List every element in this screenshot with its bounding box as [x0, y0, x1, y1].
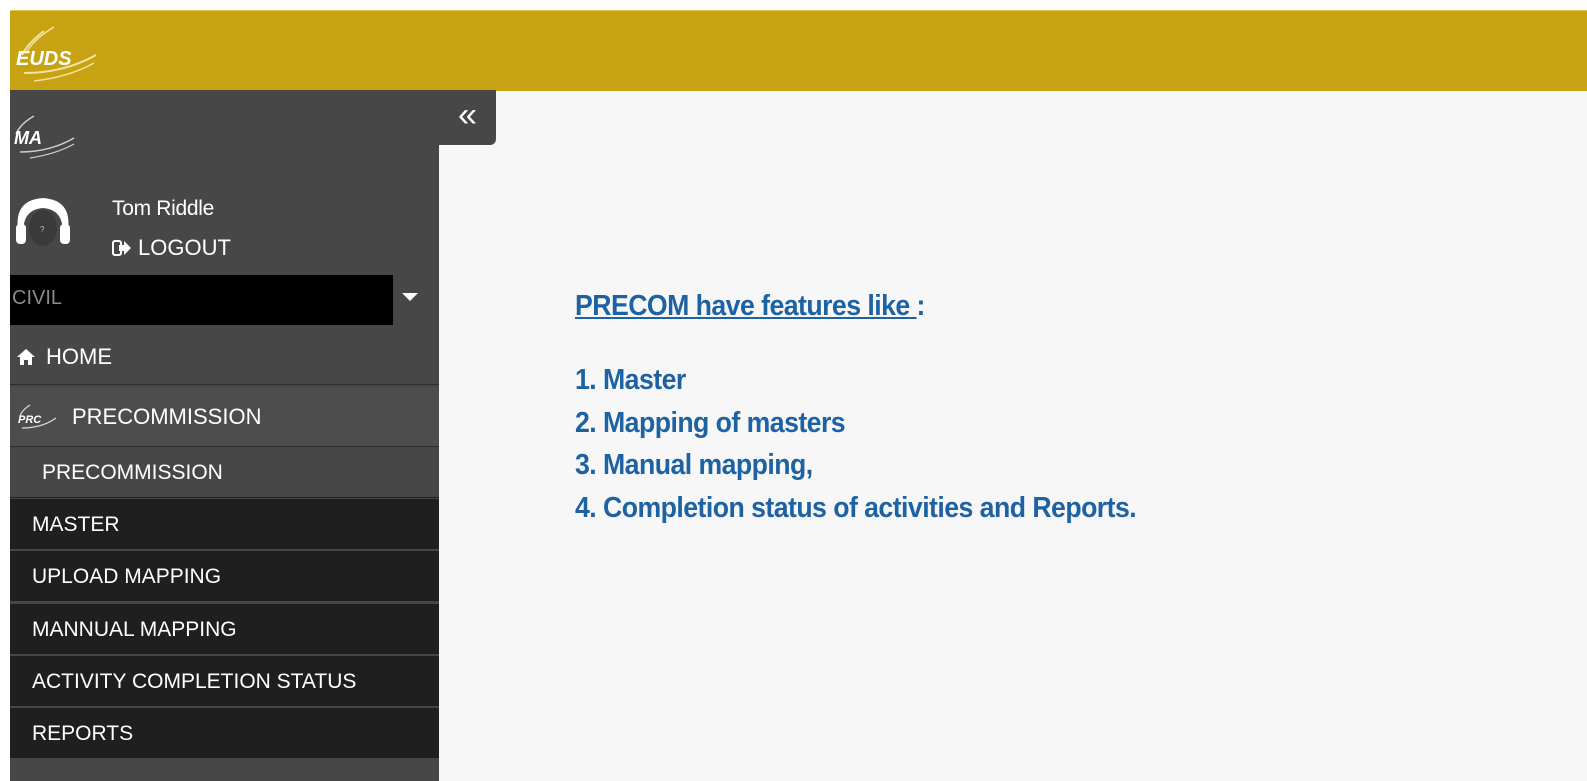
feature-item: 1. Master [575, 364, 686, 396]
discipline-select-value: CIVIL [10, 275, 393, 325]
nav-sub-manual-mapping[interactable]: MANNUAL MAPPING [10, 604, 439, 655]
features-heading-colon: : [916, 290, 926, 322]
home-icon [17, 349, 35, 365]
euds-logo[interactable]: EUDS [14, 25, 104, 85]
nav-sub-activity-completion-status[interactable]: ACTIVITY COMPLETION STATUS [10, 656, 439, 707]
feature-item: 4. Completion status of activities and R… [575, 491, 1137, 524]
caret-down-icon[interactable] [402, 293, 418, 301]
feature-item: 3. Manual mapping, [575, 449, 813, 481]
logout-icon [112, 240, 131, 256]
nav-precommission-sub-label: PRECOMMISSION [42, 460, 223, 484]
euds-logo-text: EUDS [16, 48, 72, 70]
nav-sub-master[interactable]: MASTER [10, 499, 439, 550]
nav-precommission-label: PRECOMMISSION [72, 403, 262, 429]
prc-logo-text: PRC [18, 414, 42, 426]
main-content: PRECOM have features like : 1. Master 2.… [575, 290, 1185, 529]
sidebar-collapse-button[interactable]: « [439, 90, 496, 145]
user-avatar-icon: ? [13, 193, 73, 253]
nav-precommission-submenu-header[interactable]: PRECOMMISSION [10, 448, 439, 498]
nav-home-label: HOME [46, 344, 112, 369]
nav-sub-upload-mapping[interactable]: UPLOAD MAPPING [10, 551, 439, 602]
ma-logo-text: MA [14, 128, 42, 148]
features-heading: PRECOM have features like : [575, 290, 1136, 323]
logout-label: LOGOUT [138, 235, 231, 260]
nav-home[interactable]: HOME [10, 330, 439, 385]
user-name: Tom Riddle [112, 197, 215, 220]
top-header: EUDS [10, 10, 1587, 91]
double-chevron-left-icon: « [458, 96, 477, 134]
sidebar: MA ? Tom Riddle LOGOUT CIVIL HOME PRC PR… [10, 90, 439, 781]
ma-module-logo: MA [14, 115, 75, 159]
nav-precommission[interactable]: PRC PRECOMMISSION [10, 387, 439, 447]
app-frame: EUDS MA ? Tom Riddle LOGOUT CIVIL HOME P… [10, 10, 1587, 781]
feature-item: 2. Mapping of masters [575, 406, 846, 439]
features-list: 1. Master 2. Mapping of masters 3. Manua… [575, 359, 1185, 529]
svg-text:?: ? [40, 225, 45, 234]
features-heading-text: PRECOM have features like [575, 290, 917, 322]
nav-sub-reports[interactable]: REPORTS [10, 708, 439, 759]
logout-link[interactable]: LOGOUT [112, 235, 231, 261]
discipline-select[interactable]: CIVIL [10, 275, 439, 325]
prc-logo-icon: PRC [18, 403, 57, 429]
